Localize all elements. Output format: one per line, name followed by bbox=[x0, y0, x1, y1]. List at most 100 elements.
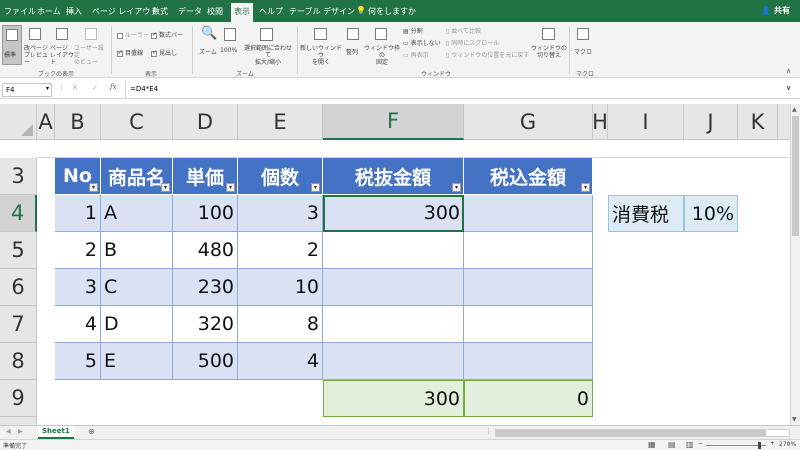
table-cell[interactable]: 5 bbox=[55, 343, 101, 380]
tab-formulas[interactable]: 数式 bbox=[152, 6, 168, 17]
total-amount-incl-tax[interactable]: 0 bbox=[464, 380, 593, 417]
row-header-7[interactable]: 7 bbox=[0, 306, 37, 343]
column-header-b[interactable]: B bbox=[55, 104, 101, 140]
table-cell[interactable]: E bbox=[101, 343, 173, 380]
table-cell[interactable] bbox=[464, 269, 593, 306]
row-header-9[interactable]: 9 bbox=[0, 380, 37, 417]
arrange-all-button[interactable]: 整列 bbox=[344, 25, 362, 65]
expand-formula-icon[interactable]: ∨ bbox=[786, 84, 791, 92]
next-sheet-icon[interactable]: ▶ bbox=[18, 428, 23, 435]
total-amount-excl-tax[interactable]: 300 bbox=[323, 380, 464, 417]
table-cell[interactable]: 3 bbox=[238, 195, 323, 232]
tab-home[interactable]: ホーム bbox=[37, 6, 61, 17]
table-cell[interactable]: A bbox=[101, 195, 173, 232]
column-header-g[interactable]: G bbox=[464, 104, 593, 140]
table-cell[interactable]: 10 bbox=[238, 269, 323, 306]
filter-dropdown-icon[interactable]: ▾ bbox=[161, 183, 170, 192]
row-header-4[interactable]: 4 bbox=[0, 195, 37, 232]
table-header-no[interactable]: No ▾ bbox=[55, 158, 101, 195]
macros-button[interactable]: マクロ bbox=[573, 25, 595, 65]
enter-icon[interactable]: ✓ bbox=[92, 84, 98, 92]
table-cell[interactable] bbox=[323, 343, 464, 380]
zoom-to-selection-button[interactable]: 選択範囲に合わせて 拡大/縮小 bbox=[242, 25, 294, 66]
tab-view[interactable]: 表示 bbox=[231, 3, 253, 22]
zoom-out-icon[interactable]: − bbox=[698, 440, 703, 447]
table-cell[interactable]: 480 bbox=[173, 232, 238, 269]
scroll-up-icon[interactable]: ▲ bbox=[792, 106, 797, 113]
worksheet-grid[interactable]: A B C D E F G H I J K 3 4 5 6 7 8 9 No ▾ … bbox=[0, 104, 790, 425]
table-header-amount-incl-tax[interactable]: 税込金額 ▾ bbox=[464, 158, 593, 195]
prev-sheet-icon[interactable]: ◀ bbox=[6, 428, 11, 435]
filter-dropdown-icon[interactable]: ▾ bbox=[89, 183, 98, 192]
table-cell[interactable]: 1 bbox=[55, 195, 101, 232]
table-cell[interactable]: 4 bbox=[55, 306, 101, 343]
selected-cell-f4[interactable]: 300 bbox=[323, 195, 464, 232]
switch-windows-button[interactable]: ウィンドウの 切り替え bbox=[531, 25, 567, 65]
column-header-h[interactable]: H bbox=[592, 104, 608, 140]
new-window-button[interactable]: 新しいウィンドウ を開く bbox=[300, 25, 342, 66]
page-break-preview-button[interactable]: 改ページ プレビュー bbox=[24, 25, 48, 66]
table-cell[interactable]: 230 bbox=[173, 269, 238, 306]
horizontal-scroll-thumb[interactable] bbox=[496, 430, 766, 436]
tell-me-box[interactable]: 何をしますか bbox=[368, 6, 416, 17]
reset-window-position-button[interactable]: ▯ ウィンドウの位置を元に戻す bbox=[446, 50, 529, 59]
table-header-quantity[interactable]: 個数 ▾ bbox=[238, 158, 323, 195]
insert-function-icon[interactable]: fx bbox=[110, 83, 117, 91]
tab-table-design[interactable]: テーブル デザイン bbox=[289, 6, 355, 17]
tab-page-layout[interactable]: ページ レイアウト bbox=[92, 6, 158, 17]
table-cell[interactable]: 4 bbox=[238, 343, 323, 380]
normal-view-button[interactable]: 標準 bbox=[2, 25, 22, 65]
tab-file[interactable]: ファイル bbox=[4, 6, 36, 17]
custom-views-button[interactable]: ユーザー設定 のビュー bbox=[74, 25, 108, 66]
table-cell[interactable] bbox=[464, 232, 593, 269]
page-layout-icon[interactable]: ▤ bbox=[668, 440, 676, 449]
table-cell[interactable]: 100 bbox=[173, 195, 238, 232]
table-cell[interactable] bbox=[464, 306, 593, 343]
synchronous-scrolling-button[interactable]: ▯ 同時にスクロール bbox=[446, 38, 499, 47]
tab-review[interactable]: 校閲 bbox=[207, 6, 223, 17]
filter-dropdown-icon[interactable]: ▾ bbox=[581, 183, 590, 192]
table-cell[interactable]: C bbox=[101, 269, 173, 306]
column-header-c[interactable]: C bbox=[101, 104, 173, 140]
row-header-3[interactable]: 3 bbox=[0, 158, 37, 195]
tax-rate-cell[interactable]: 10% bbox=[684, 195, 738, 232]
horizontal-scrollbar[interactable] bbox=[495, 429, 790, 437]
collapse-ribbon-icon[interactable]: ∧ bbox=[786, 67, 791, 75]
tax-label-cell[interactable]: 消費税 bbox=[608, 195, 684, 232]
share-button[interactable]: 👤 共有 bbox=[761, 5, 790, 16]
vertical-scrollbar[interactable]: ▲ ▼ bbox=[790, 104, 800, 425]
filter-dropdown-icon[interactable]: ▾ bbox=[226, 183, 235, 192]
select-all-corner[interactable] bbox=[0, 104, 37, 140]
table-cell[interactable]: 500 bbox=[173, 343, 238, 380]
tab-data[interactable]: データ bbox=[178, 6, 202, 17]
table-header-product-name[interactable]: 商品名 ▾ bbox=[101, 158, 173, 195]
zoom-level[interactable]: 270% bbox=[779, 441, 796, 448]
hide-window-button[interactable]: ▭ 表示しない bbox=[403, 38, 441, 47]
table-cell[interactable]: 2 bbox=[55, 232, 101, 269]
page-break-icon[interactable]: ▥ bbox=[686, 440, 694, 449]
table-cell[interactable] bbox=[464, 343, 593, 380]
column-header-d[interactable]: D bbox=[173, 104, 238, 140]
tab-help[interactable]: ヘルプ bbox=[259, 6, 283, 17]
table-cell[interactable] bbox=[323, 269, 464, 306]
normal-view-icon[interactable]: ▦ bbox=[648, 440, 656, 449]
formula-input[interactable]: =D4*E4 bbox=[130, 85, 158, 93]
filter-dropdown-icon[interactable]: ▾ bbox=[452, 183, 461, 192]
zoom-100-button[interactable]: 100% bbox=[220, 25, 240, 65]
ruler-checkbox[interactable]: ルーラー bbox=[117, 30, 149, 39]
table-cell[interactable]: 3 bbox=[55, 269, 101, 306]
row-header-5[interactable]: 5 bbox=[0, 232, 37, 269]
column-header-f[interactable]: F bbox=[323, 104, 464, 140]
filter-dropdown-icon[interactable]: ▾ bbox=[311, 183, 320, 192]
zoom-in-icon[interactable]: + bbox=[770, 440, 775, 447]
unhide-window-button[interactable]: ▭ 再表示 bbox=[403, 50, 429, 59]
scroll-down-icon[interactable]: ▼ bbox=[792, 416, 797, 423]
table-cell[interactable]: 2 bbox=[238, 232, 323, 269]
table-cell[interactable] bbox=[323, 306, 464, 343]
tab-insert[interactable]: 挿入 bbox=[66, 6, 82, 17]
column-header-a[interactable]: A bbox=[37, 104, 55, 140]
column-header-j[interactable]: J bbox=[684, 104, 738, 140]
row-header-6[interactable]: 6 bbox=[0, 269, 37, 306]
table-cell[interactable]: 320 bbox=[173, 306, 238, 343]
column-header-e[interactable]: E bbox=[238, 104, 323, 140]
